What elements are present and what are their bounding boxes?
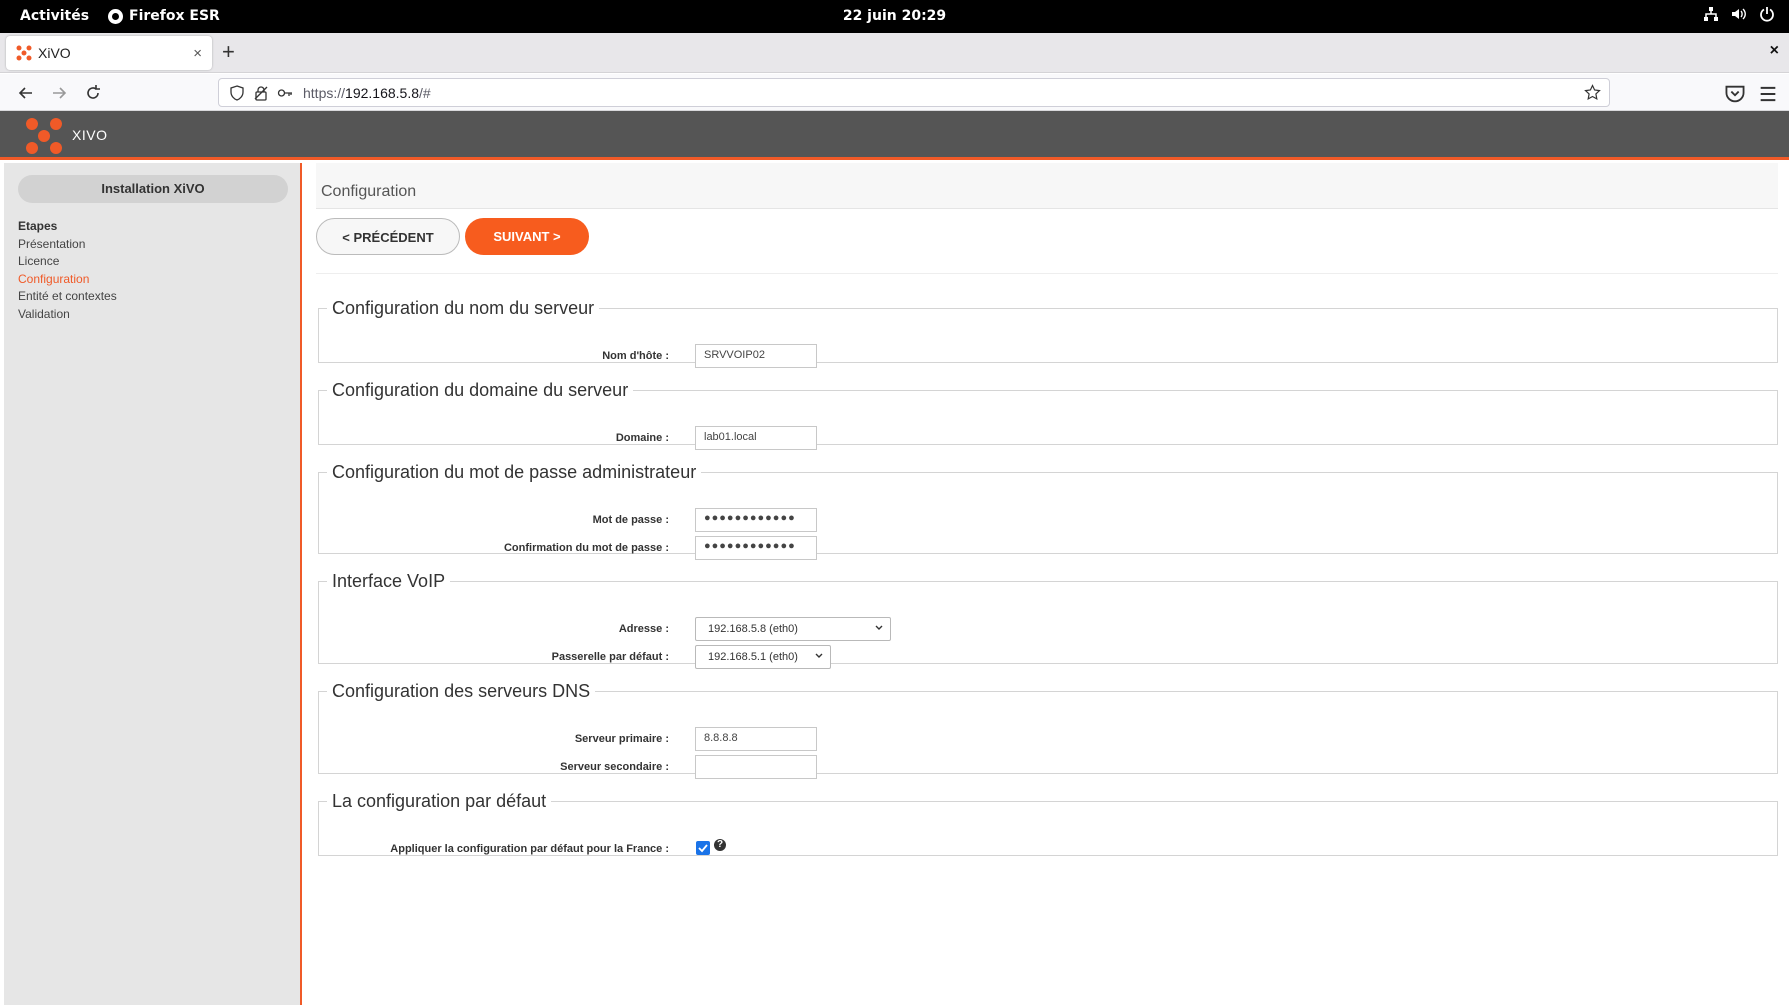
password-row: Mot de passe : ●●●●●●●●●●●● (319, 508, 1777, 532)
hostname-input[interactable]: SRVVOIP02 (695, 344, 817, 368)
defaults-label: Appliquer la configuration par défaut po… (390, 843, 669, 855)
domain-row: Domaine : lab01.local (319, 426, 1777, 450)
tab-xivo[interactable]: XiVO × (6, 36, 212, 70)
dns-primary-row: Serveur primaire : 8.8.8.8 (319, 727, 1777, 751)
star-icon[interactable] (1584, 84, 1601, 101)
tab-strip: XiVO × + × (0, 33, 1789, 73)
dns-section: Configuration des serveurs DNS Serveur p… (318, 681, 1778, 779)
steps-heading: Etapes (18, 219, 58, 233)
menu-icon[interactable] (1757, 83, 1779, 105)
url-text: https://192.168.5.8/# (303, 84, 431, 101)
back-icon[interactable] (15, 82, 37, 104)
hostname-row: Nom d'hôte : SRVVOIP02 (319, 344, 1777, 368)
check-icon (698, 844, 708, 853)
dns-legend: Configuration des serveurs DNS (332, 681, 591, 701)
voip-gateway-value: 192.168.5.1 (eth0) (708, 651, 798, 663)
hostname-legend: Configuration du nom du serveur (332, 298, 595, 318)
password-confirm-label: Confirmation du mot de passe : (503, 542, 669, 554)
page-title: Configuration (316, 163, 1778, 209)
chevron-down-icon (815, 653, 823, 658)
xivo-logo[interactable] (25, 117, 63, 155)
network-icon (1704, 7, 1718, 21)
reload-icon[interactable] (82, 82, 104, 104)
voip-address-select[interactable]: 192.168.5.8 (eth0) (695, 617, 891, 641)
volume-icon (1732, 8, 1746, 20)
next-button[interactable]: SUIVANT > (465, 218, 589, 255)
power-icon (1760, 7, 1774, 22)
voip-address-label: Adresse : (618, 623, 669, 635)
logo-text: XIVO (72, 127, 108, 143)
clock[interactable]: 22 juin 20:29 (0, 8, 1789, 24)
defaults-section: La configuration par défaut Appliquer la… (318, 791, 1778, 856)
lock-icon[interactable] (253, 85, 269, 101)
installation-title: Installation XiVO (18, 175, 288, 203)
password-section: Configuration du mot de passe administra… (318, 462, 1778, 560)
chevron-down-icon (875, 625, 883, 630)
domain-legend: Configuration du domaine du serveur (332, 380, 629, 400)
dns-primary-input[interactable]: 8.8.8.8 (695, 727, 817, 751)
steps-list: Etapes Présentation Licence Configuratio… (18, 218, 117, 323)
step-configuration: Configuration (18, 271, 90, 286)
dns-primary-label: Serveur primaire : (574, 733, 669, 745)
domain-input[interactable]: lab01.local (695, 426, 817, 450)
new-tab-button[interactable]: + (222, 41, 235, 63)
step-presentation: Présentation (18, 236, 86, 251)
tab-title: XiVO (38, 45, 71, 61)
xivo-favicon-icon (16, 45, 32, 61)
wizard-buttons: < PRÉCÉDENT SUIVANT > (316, 209, 1778, 274)
step-entite: Entité et contextes (18, 289, 117, 303)
system-top-bar: Activités Firefox ESR 22 juin 20:29 (0, 0, 1789, 33)
password-legend: Configuration du mot de passe administra… (332, 462, 697, 482)
sidebar: Installation XiVO Etapes Présentation Li… (4, 163, 302, 1005)
defaults-checkbox[interactable] (696, 841, 710, 855)
main-content: Configuration < PRÉCÉDENT SUIVANT > Conf… (316, 163, 1778, 856)
domain-section: Configuration du domaine du serveur Doma… (318, 380, 1778, 450)
voip-address-row: Adresse : 192.168.5.8 (eth0) (319, 617, 1777, 641)
voip-gateway-label: Passerelle par défaut : (551, 651, 669, 663)
domain-label: Domaine : (615, 432, 669, 444)
url-bar[interactable]: https://192.168.5.8/# (218, 78, 1610, 107)
dns-secondary-row: Serveur secondaire : (319, 755, 1777, 779)
dns-secondary-input[interactable] (695, 755, 817, 779)
voip-gateway-select[interactable]: 192.168.5.1 (eth0) (695, 645, 831, 669)
voip-address-value: 192.168.5.8 (eth0) (708, 623, 798, 635)
password-confirm-input[interactable]: ●●●●●●●●●●●● (695, 536, 817, 560)
app-header: XIVO (0, 111, 1789, 160)
hostname-section: Configuration du nom du serveur Nom d'hô… (318, 298, 1778, 368)
defaults-legend: La configuration par défaut (332, 791, 547, 811)
password-label: Mot de passe : (592, 514, 669, 526)
shield-icon[interactable] (229, 84, 245, 101)
tab-close-icon[interactable]: × (193, 45, 202, 62)
step-validation: Validation (18, 306, 70, 321)
password-input[interactable]: ●●●●●●●●●●●● (695, 508, 817, 532)
step-licence: Licence (18, 254, 60, 268)
forward-icon[interactable] (48, 82, 70, 104)
system-tray[interactable] (1703, 6, 1775, 22)
voip-gateway-row: Passerelle par défaut : 192.168.5.1 (eth… (319, 645, 1777, 669)
previous-button[interactable]: < PRÉCÉDENT (316, 218, 460, 255)
key-icon[interactable] (277, 85, 293, 101)
dns-secondary-label: Serveur secondaire : (560, 761, 669, 773)
voip-section: Interface VoIP Adresse : 192.168.5.8 (et… (318, 571, 1778, 669)
password-confirm-row: Confirmation du mot de passe : ●●●●●●●●●… (319, 536, 1777, 560)
help-icon[interactable]: ? (714, 839, 726, 851)
hostname-label: Nom d'hôte : (602, 350, 669, 362)
voip-legend: Interface VoIP (332, 571, 446, 591)
navigation-bar: https://192.168.5.8/# (0, 74, 1789, 111)
defaults-row: Appliquer la configuration par défaut po… (319, 837, 1777, 861)
pocket-icon[interactable] (1724, 83, 1746, 105)
window-close-button[interactable]: × (1770, 42, 1779, 60)
